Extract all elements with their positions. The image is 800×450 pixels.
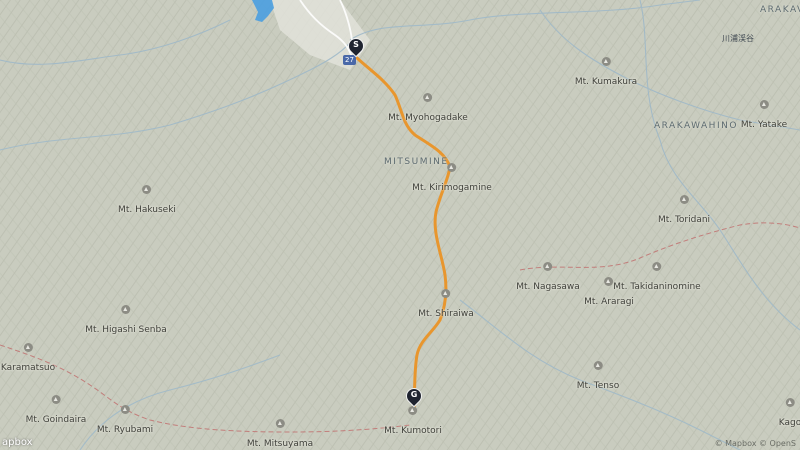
peak-higashisenba[interactable]: Mt. Higashi Senba [85, 305, 167, 336]
peak-goindaira[interactable]: Mt. Goindaira [26, 395, 86, 426]
mountain-icon [759, 100, 769, 109]
peak-kumakura[interactable]: Mt. Kumakura [575, 57, 637, 88]
peak-tenso[interactable]: Mt. Tenso [577, 361, 619, 392]
mountain-icon [593, 361, 603, 370]
mountain-icon [601, 57, 611, 66]
peak-nagasawa[interactable]: Mt. Nagasawa [516, 262, 580, 293]
mountain-icon [441, 289, 451, 298]
peak-shiraiwa[interactable]: Mt. Shiraiwa [418, 289, 474, 320]
mountain-icon [604, 277, 614, 286]
goal-marker[interactable]: G [402, 384, 426, 408]
peak-hakuseki[interactable]: Mt. Hakuseki [118, 185, 176, 216]
mountain-icon [785, 398, 795, 407]
mountain-icon [423, 93, 433, 102]
kanji-place-label: 川浦渓谷 [722, 34, 754, 43]
peak-mitsuyama[interactable]: Mt. Mitsuyama [247, 419, 313, 450]
peak-kago[interactable]: Kago [779, 398, 800, 429]
peak-yatake[interactable]: Mt. Yatake [741, 100, 787, 131]
start-marker[interactable]: S [344, 34, 368, 58]
mountain-icon [120, 405, 130, 414]
peak-toridani[interactable]: Mt. Toridani [658, 195, 710, 226]
mountain-icon [447, 163, 457, 172]
mountain-icon [121, 305, 131, 314]
area-label-arakawahino: ARAKAWAHINO [654, 121, 738, 131]
mountain-icon [275, 419, 285, 428]
mountain-icon [679, 195, 689, 204]
mountain-icon [652, 262, 662, 271]
peak-araragi[interactable]: Mt. Araragi [584, 277, 634, 308]
mountain-icon [23, 343, 33, 352]
mountain-icon [142, 185, 152, 194]
peak-karamatsuo[interactable]: Karamatsuo [1, 343, 55, 374]
mountain-icon [543, 262, 553, 271]
mountain-icon [51, 395, 61, 404]
map-attribution[interactable]: © Mapbox © OpenS [715, 439, 796, 448]
area-label-corner: ARAKAV [760, 5, 800, 15]
peak-ryubami[interactable]: Mt. Ryubami [97, 405, 153, 436]
peak-kirimogamine[interactable]: Mt. Kirimogamine [412, 163, 492, 194]
map-canvas[interactable]: MITSUMINE ARAKAWAHINO ARAKAV 川浦渓谷 27 Mt.… [0, 0, 800, 450]
mapbox-logo[interactable]: apbox [2, 437, 33, 448]
peak-myohogadake[interactable]: Mt. Myohogadake [388, 93, 468, 124]
peak-kumotori[interactable]: Mt. Kumotori [384, 406, 442, 437]
